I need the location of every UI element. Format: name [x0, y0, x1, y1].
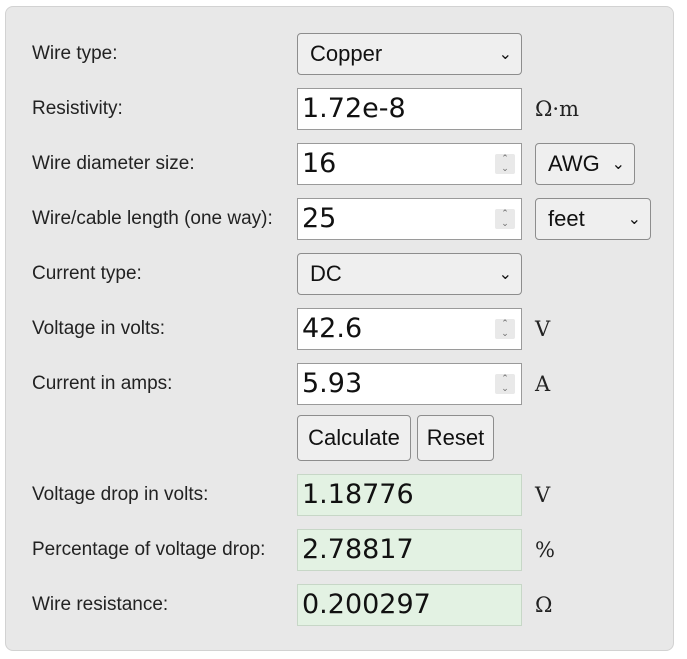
wire-diameter-unit-value: AWG: [548, 151, 600, 176]
current-label: Current in amps:: [32, 373, 173, 394]
percentage-drop-unit: %: [535, 538, 555, 562]
reset-button[interactable]: Reset: [417, 415, 494, 461]
voltage-value: 42.6: [302, 313, 363, 344]
spinner-arrows-icon[interactable]: ⌃ ⌄: [495, 154, 515, 174]
row-current: Current in amps: 5.93 ⌃ ⌄ A: [6, 363, 673, 405]
chevron-down-icon: ⌄: [627, 209, 641, 228]
voltage-drop-value: 1.18776: [302, 479, 414, 510]
current-type-value: DC: [310, 261, 342, 286]
voltage-drop-unit: V: [535, 483, 551, 507]
row-wire-type: Wire type: Copper ⌄: [6, 33, 673, 75]
wire-resistance-label: Wire resistance:: [32, 594, 169, 615]
row-wire-diameter: Wire diameter size: 16 ⌃ ⌄ AWG ⌄: [6, 143, 673, 185]
wire-diameter-unit-select[interactable]: AWG ⌄: [535, 143, 635, 185]
row-current-type: Current type: DC ⌄: [6, 253, 673, 295]
voltage-unit: V: [535, 317, 551, 341]
row-buttons: Calculate Reset: [6, 415, 673, 461]
chevron-down-icon: ⌄: [498, 44, 512, 63]
chevron-down-icon: ⌄: [611, 154, 625, 173]
voltage-label: Voltage in volts:: [32, 318, 166, 339]
wire-type-label: Wire type:: [32, 43, 118, 64]
wire-length-unit-select[interactable]: feet ⌄: [535, 198, 651, 240]
wire-resistance-output: 0.200297: [297, 584, 522, 626]
row-voltage: Voltage in volts: 42.6 ⌃ ⌄ V: [6, 308, 673, 350]
wire-length-label: Wire/cable length (one way):: [32, 208, 273, 229]
chevron-down-icon: ⌄: [498, 264, 512, 283]
wire-length-value: 25: [302, 203, 337, 234]
row-wire-length: Wire/cable length (one way): 25 ⌃ ⌄ feet …: [6, 198, 673, 240]
spinner-arrows-icon[interactable]: ⌃ ⌄: [495, 209, 515, 229]
percentage-drop-value: 2.78817: [302, 534, 414, 565]
wire-diameter-value: 16: [302, 148, 337, 179]
wire-length-input[interactable]: 25 ⌃ ⌄: [297, 198, 522, 240]
row-wire-resistance: Wire resistance: 0.200297 Ω: [6, 584, 673, 626]
wire-resistance-unit: Ω: [535, 593, 553, 617]
resistivity-label: Resistivity:: [32, 98, 123, 119]
wire-diameter-input[interactable]: 16 ⌃ ⌄: [297, 143, 522, 185]
wire-diameter-label: Wire diameter size:: [32, 153, 195, 174]
wire-type-value: Copper: [310, 41, 383, 66]
current-value: 5.93: [302, 368, 363, 399]
resistivity-unit: Ω·m: [535, 97, 579, 121]
spinner-arrows-icon[interactable]: ⌃ ⌄: [495, 374, 515, 394]
voltage-drop-label: Voltage drop in volts:: [32, 484, 209, 505]
wire-length-unit-value: feet: [548, 206, 585, 231]
row-resistivity: Resistivity: 1.72e-8 Ω·m: [6, 88, 673, 130]
row-voltage-drop: Voltage drop in volts: 1.18776 V: [6, 474, 673, 516]
calculator-panel: Wire type: Copper ⌄ Resistivity: 1.72e-8…: [5, 6, 674, 651]
spinner-arrows-icon[interactable]: ⌃ ⌄: [495, 319, 515, 339]
calculate-button[interactable]: Calculate: [297, 415, 411, 461]
wire-resistance-value: 0.200297: [302, 589, 431, 620]
row-percentage-drop: Percentage of voltage drop: 2.78817 %: [6, 529, 673, 571]
percentage-drop-output: 2.78817: [297, 529, 522, 571]
voltage-drop-output: 1.18776: [297, 474, 522, 516]
current-input[interactable]: 5.93 ⌃ ⌄: [297, 363, 522, 405]
voltage-input[interactable]: 42.6 ⌃ ⌄: [297, 308, 522, 350]
current-type-label: Current type:: [32, 263, 142, 284]
resistivity-input[interactable]: 1.72e-8: [297, 88, 522, 130]
resistivity-value: 1.72e-8: [302, 93, 406, 124]
current-type-select[interactable]: DC ⌄: [297, 253, 522, 295]
percentage-drop-label: Percentage of voltage drop:: [32, 539, 266, 560]
wire-type-select[interactable]: Copper ⌄: [297, 33, 522, 75]
current-unit: A: [535, 372, 551, 396]
